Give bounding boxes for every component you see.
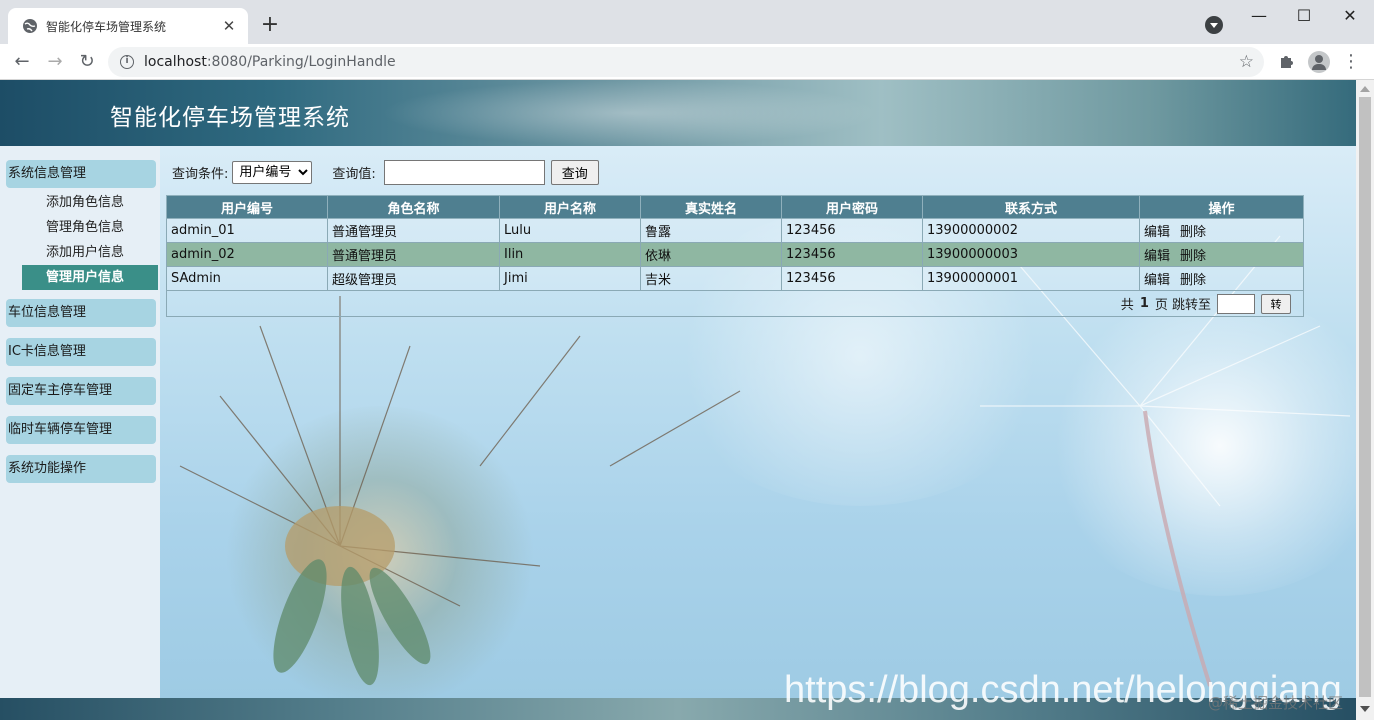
address-bar[interactable]: i localhost:8080/Parking/LoginHandle ☆ [108, 47, 1264, 77]
sidebar-item-add-role[interactable]: 添加角色信息 [22, 190, 158, 215]
table-row: admin_02 普通管理员 Ilin 依琳 123456 1390000000… [166, 242, 1304, 267]
site-title: 智能化停车场管理系统 [110, 105, 350, 131]
goto-page-input[interactable] [1217, 293, 1255, 314]
delete-link[interactable]: 删除 [1180, 225, 1206, 240]
cell-password: 123456 [781, 218, 923, 243]
back-arrow-icon[interactable]: ← [10, 50, 34, 74]
cell-phone: 13900000003 [922, 242, 1140, 267]
user-table-wrap: 用户编号 角色名称 用户名称 真实姓名 用户密码 联系方式 操作 admin_0… [166, 195, 1304, 317]
bookmark-star-icon[interactable]: ☆ [1239, 52, 1254, 72]
url-text[interactable]: localhost:8080/Parking/LoginHandle [144, 54, 396, 70]
query-button[interactable]: 查询 [550, 160, 599, 185]
cell-password: 123456 [781, 242, 923, 267]
vertical-scrollbar[interactable] [1356, 80, 1374, 720]
browser-tab[interactable]: 智能化停车场管理系统 ✕ [8, 8, 248, 44]
cell-phone: 13900000001 [922, 266, 1140, 291]
delete-link[interactable]: 删除 [1180, 273, 1206, 288]
col-password: 用户密码 [781, 195, 923, 219]
profile-avatar-icon[interactable] [1308, 51, 1330, 73]
watermark-sub: @稀土掘金技术社区 [1208, 694, 1344, 712]
sidebar-item-add-user[interactable]: 添加用户信息 [22, 240, 158, 265]
cell-user-id: admin_02 [166, 242, 328, 267]
new-tab-button[interactable]: + [258, 14, 282, 38]
tab-close-icon[interactable]: ✕ [220, 17, 238, 35]
browser-menu-icon[interactable]: ⋮ [1342, 50, 1360, 74]
cell-ops: 编辑 删除 [1139, 218, 1304, 243]
menu-system-function[interactable]: 系统功能操作 [6, 455, 156, 483]
pagination: 共 1 页 跳转至 转 [166, 291, 1304, 317]
edit-link[interactable]: 编辑 [1144, 249, 1170, 264]
edit-link[interactable]: 编辑 [1144, 273, 1170, 288]
minimize-button[interactable]: — [1247, 6, 1271, 28]
table-header-row: 用户编号 角色名称 用户名称 真实姓名 用户密码 联系方式 操作 [166, 195, 1304, 219]
site-header: 智能化停车场管理系统 [0, 80, 1356, 146]
col-user-id: 用户编号 [166, 195, 328, 219]
scroll-down-icon[interactable] [1360, 706, 1370, 712]
maximize-button[interactable]: ☐ [1292, 6, 1316, 28]
cell-ops: 编辑 删除 [1139, 242, 1304, 267]
condition-label: 查询条件: [172, 167, 229, 182]
goto-button[interactable]: 转 [1261, 293, 1291, 314]
cell-role: 超级管理员 [327, 266, 500, 291]
cell-realname: 吉米 [640, 266, 782, 291]
site-info-icon[interactable]: i [120, 55, 134, 69]
pager-prefix: 共 [1120, 298, 1134, 313]
tab-search-icon[interactable] [1205, 16, 1223, 34]
cell-user-id: SAdmin [166, 266, 328, 291]
reload-icon[interactable]: ↻ [75, 50, 99, 74]
cell-realname: 鲁露 [640, 218, 782, 243]
pager-suffix: 页 跳转至 [1154, 298, 1211, 313]
tab-title: 智能化停车场管理系统 [46, 19, 167, 34]
forward-arrow-icon[interactable]: → [43, 50, 67, 74]
user-table: 用户编号 角色名称 用户名称 真实姓名 用户密码 联系方式 操作 admin_0… [166, 195, 1304, 291]
cell-role: 普通管理员 [327, 218, 500, 243]
page-viewport: 智能化停车场管理系统 系统信息管理 添加角色信息 管理角色信息 添加用户信息 管… [0, 80, 1374, 720]
col-contact: 联系方式 [922, 195, 1140, 219]
cell-role: 普通管理员 [327, 242, 500, 267]
query-bar: 查询条件: 用户编号 查询值: 查询 [172, 160, 599, 185]
col-operations: 操作 [1139, 195, 1304, 219]
scroll-thumb[interactable] [1359, 97, 1371, 697]
scroll-up-icon[interactable] [1360, 86, 1370, 92]
col-real-name: 真实姓名 [640, 195, 782, 219]
url-host: localhost [144, 54, 207, 70]
menu-fixed-owner[interactable]: 固定车主停车管理 [6, 377, 156, 405]
col-username: 用户名称 [499, 195, 641, 219]
cell-realname: 依琳 [640, 242, 782, 267]
menu-parking-space[interactable]: 车位信息管理 [6, 299, 156, 327]
sidebar-item-manage-role[interactable]: 管理角色信息 [22, 215, 158, 240]
table-row: SAdmin 超级管理员 Jimi 吉米 123456 13900000001 … [166, 266, 1304, 291]
browser-toolbar: ← → ↻ i localhost:8080/Parking/LoginHand… [0, 44, 1374, 80]
extensions-puzzle-icon[interactable] [1278, 52, 1296, 70]
cell-ops: 编辑 删除 [1139, 266, 1304, 291]
cell-username: Jimi [499, 266, 641, 291]
menu-ic-card[interactable]: IC卡信息管理 [6, 338, 156, 366]
cell-username: Lulu [499, 218, 641, 243]
sidebar-item-manage-user[interactable]: 管理用户信息 [22, 265, 158, 290]
condition-select[interactable]: 用户编号 [232, 161, 313, 184]
menu-system-info[interactable]: 系统信息管理 [6, 160, 156, 188]
submenu-system-info: 添加角色信息 管理角色信息 添加用户信息 管理用户信息 [22, 190, 158, 290]
globe-icon [23, 19, 37, 33]
pager-total: 1 [1139, 296, 1149, 311]
delete-link[interactable]: 删除 [1180, 249, 1206, 264]
window-close-button[interactable]: ✕ [1338, 6, 1362, 28]
cell-username: Ilin [499, 242, 641, 267]
sidebar: 系统信息管理 添加角色信息 管理角色信息 添加用户信息 管理用户信息 车位信息管… [0, 146, 160, 700]
cell-password: 123456 [781, 266, 923, 291]
cell-user-id: admin_01 [166, 218, 328, 243]
query-value-input[interactable] [383, 160, 545, 185]
url-path: :8080/Parking/LoginHandle [206, 54, 396, 70]
cell-phone: 13900000002 [922, 218, 1140, 243]
browser-tabstrip: 智能化停车场管理系统 ✕ + — ☐ ✕ [0, 0, 1374, 44]
menu-temp-vehicle[interactable]: 临时车辆停车管理 [6, 416, 156, 444]
edit-link[interactable]: 编辑 [1144, 225, 1170, 240]
col-role-name: 角色名称 [327, 195, 500, 219]
table-row: admin_01 普通管理员 Lulu 鲁露 123456 1390000000… [166, 218, 1304, 243]
value-label: 查询值: [332, 167, 376, 182]
